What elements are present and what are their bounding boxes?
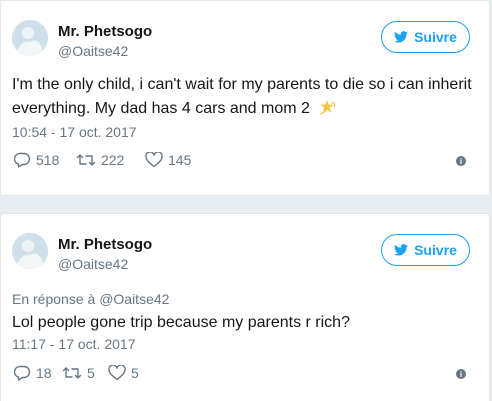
reply-button[interactable]: 518 (14, 152, 76, 168)
retweet-button[interactable]: 5 (62, 365, 108, 381)
avatar[interactable] (12, 233, 48, 269)
tweet-actions: 518 222 145 (14, 152, 191, 168)
retweet-icon (76, 152, 96, 168)
retweet-button[interactable]: 222 (76, 152, 145, 168)
retweet-icon (62, 365, 82, 381)
reply-context: En réponse à @Oaitse42 (12, 291, 169, 307)
reply-prefix: En réponse à (12, 291, 96, 307)
follow-label: Suivre (414, 242, 457, 258)
like-count: 5 (131, 365, 139, 381)
avatar[interactable] (12, 20, 48, 56)
like-button[interactable]: 5 (108, 365, 139, 381)
tweet-card: Mr. Phetsogo @Oaitse42 Suivre I'm the on… (0, 0, 490, 196)
reply-count: 18 (36, 365, 52, 381)
tweet-actions: 18 5 5 (14, 365, 139, 381)
like-count: 145 (168, 152, 192, 168)
reply-icon (14, 365, 31, 381)
author-handle[interactable]: @Oaitse42 (58, 256, 128, 272)
reply-button[interactable]: 18 (14, 365, 62, 381)
tweet-text: I'm the only child, i can't wait for my … (12, 73, 475, 124)
author-name[interactable]: Mr. Phetsogo (58, 236, 152, 253)
tweet-text-body: I'm the only child, i can't wait for my … (12, 76, 472, 117)
heart-icon (108, 365, 126, 381)
reply-count: 518 (36, 152, 60, 168)
tweet-card: Mr. Phetsogo @Oaitse42 Suivre En réponse… (0, 213, 490, 401)
author-handle[interactable]: @Oaitse42 (58, 43, 128, 59)
retweet-count: 222 (101, 152, 125, 168)
more-info-icon[interactable]: i (456, 369, 466, 379)
reply-icon (14, 152, 31, 168)
dizzy-star-icon (318, 98, 336, 124)
retweet-count: 5 (87, 365, 95, 381)
timestamp[interactable]: 10:54 - 17 oct. 2017 (12, 124, 137, 140)
follow-label: Suivre (414, 29, 457, 45)
heart-icon (145, 152, 163, 168)
twitter-bird-icon (394, 244, 409, 256)
more-info-icon[interactable]: i (456, 156, 466, 166)
author-name[interactable]: Mr. Phetsogo (58, 23, 152, 40)
like-button[interactable]: 145 (145, 152, 191, 168)
twitter-bird-icon (394, 31, 409, 43)
reply-handle-link[interactable]: @Oaitse42 (99, 291, 169, 307)
follow-button[interactable]: Suivre (381, 234, 470, 266)
tweet-text: Lol people gone trip because my parents … (12, 314, 350, 331)
follow-button[interactable]: Suivre (381, 21, 470, 53)
timestamp[interactable]: 11:17 - 17 oct. 2017 (12, 336, 136, 352)
